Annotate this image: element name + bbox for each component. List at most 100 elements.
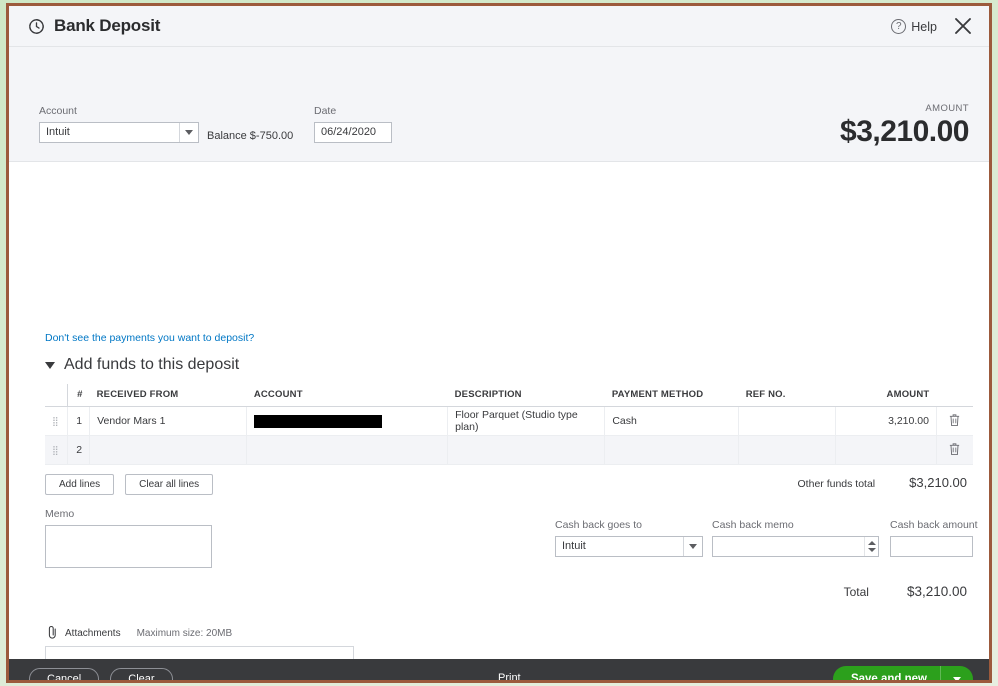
col-received-from: RECEIVED FROM (90, 384, 247, 407)
cash-back-amount-input[interactable] (890, 536, 973, 557)
cell-description[interactable] (448, 436, 605, 465)
cell-account[interactable] (247, 436, 448, 465)
cell-ref-no[interactable] (739, 407, 835, 436)
drag-grip-icon: ⣿ (52, 445, 59, 455)
close-x-icon[interactable] (951, 14, 975, 38)
cancel-button[interactable]: Cancel (29, 668, 99, 683)
account-field-group: Account Intuit (39, 105, 199, 143)
deposit-body: Don't see the payments you want to depos… (9, 162, 989, 659)
attachments-label: Attachments (65, 628, 121, 639)
stepper-down-icon[interactable] (868, 548, 876, 552)
other-funds-label: Other funds total (798, 478, 876, 490)
cash-back-memo-label: Cash back memo (712, 519, 879, 531)
col-description: DESCRIPTION (448, 384, 605, 407)
cell-payment-method[interactable] (605, 436, 739, 465)
bank-deposit-window: Bank Deposit ? Help Account Intuit Balan… (6, 3, 992, 683)
row-drag-handle[interactable]: ⣿ (45, 436, 67, 465)
history-clock-icon (27, 17, 46, 36)
cell-received-from[interactable] (90, 436, 247, 465)
cash-back-memo-input[interactable] (712, 536, 879, 557)
memo-field-group: Memo (45, 508, 212, 568)
help-label: Help (911, 20, 937, 34)
chevron-down-icon[interactable] (179, 123, 198, 142)
col-delete (936, 384, 973, 407)
cash-back-amount-group: Cash back amount (890, 519, 978, 557)
line-actions: Add lines Clear all lines (45, 474, 213, 495)
clear-all-lines-button[interactable]: Clear all lines (125, 474, 213, 495)
attachments-max-size: Maximum size: 20MB (137, 628, 233, 639)
table-row[interactable]: ⣿ 1 Vendor Mars 1 Floor Parquet (Studio … (45, 407, 973, 436)
memo-input[interactable] (45, 525, 212, 568)
cell-ref-no[interactable] (739, 436, 835, 465)
row-number: 1 (67, 407, 89, 436)
table-row[interactable]: ⣿ 2 (45, 436, 973, 465)
row-drag-handle[interactable]: ⣿ (45, 407, 67, 436)
modal-footer: Cancel Clear Print Save and new (9, 659, 989, 683)
cell-amount[interactable]: 3,210.00 (835, 407, 936, 436)
page-title: Bank Deposit (54, 16, 160, 36)
cash-back-memo-group: Cash back memo (712, 519, 879, 557)
cash-back-memo-value (713, 537, 864, 556)
deposit-amount-display: AMOUNT $3,210.00 (840, 103, 969, 149)
cell-payment-method[interactable]: Cash (605, 407, 739, 436)
date-input[interactable]: 06/24/2020 (314, 122, 392, 143)
col-grip (45, 384, 67, 407)
account-balance: Balance $-750.00 (207, 130, 293, 142)
col-account: ACCOUNT (247, 384, 448, 407)
date-field-group: Date 06/24/2020 (314, 105, 392, 143)
amount-label: AMOUNT (840, 103, 969, 114)
chevron-down-icon (953, 677, 961, 682)
cell-received-from[interactable]: Vendor Mars 1 (90, 407, 247, 436)
attachments-header: Attachments Maximum size: 20MB (47, 625, 232, 642)
modal-header: Bank Deposit ? Help (9, 6, 989, 47)
paperclip-icon (47, 625, 58, 642)
dont-see-payments-link[interactable]: Don't see the payments you want to depos… (45, 332, 254, 344)
trash-icon (948, 442, 961, 456)
redaction-bar (254, 415, 382, 428)
trash-icon (948, 413, 961, 427)
cash-back-goes-to-value: Intuit (556, 537, 683, 556)
date-label: Date (314, 105, 392, 117)
save-and-new-button[interactable]: Save and new (833, 666, 973, 683)
question-circle-icon: ? (891, 19, 906, 34)
cell-account-redacted[interactable] (247, 407, 448, 436)
save-options-dropdown[interactable] (941, 677, 973, 682)
other-funds-total: Other funds total $3,210.00 (798, 475, 967, 490)
print-button[interactable]: Print (498, 672, 521, 683)
account-value: Intuit (40, 123, 179, 142)
clear-button[interactable]: Clear (110, 668, 172, 683)
cell-amount[interactable] (835, 436, 936, 465)
desktop-background: Bank Deposit ? Help Account Intuit Balan… (0, 0, 998, 686)
amount-value: $3,210.00 (840, 115, 969, 149)
col-number: # (67, 384, 89, 407)
add-funds-title: Add funds to this deposit (64, 356, 239, 374)
deposit-summary-panel: Account Intuit Balance $-750.00 Date 06/… (9, 47, 989, 162)
help-button[interactable]: ? Help (891, 19, 937, 34)
attachments-dropzone[interactable]: Drag/Drop files here or click the icon (45, 646, 354, 659)
chevron-down-icon[interactable] (683, 537, 702, 556)
cash-back-goes-to-select[interactable]: Intuit (555, 536, 703, 557)
add-funds-section-toggle[interactable]: Add funds to this deposit (45, 356, 239, 374)
delete-row-button[interactable] (936, 407, 973, 436)
total-label: Total (844, 585, 869, 599)
save-button-divider (940, 666, 941, 683)
deposit-line-table: # RECEIVED FROM ACCOUNT DESCRIPTION PAYM… (45, 384, 973, 465)
add-lines-button[interactable]: Add lines (45, 474, 114, 495)
account-label: Account (39, 105, 199, 117)
stepper-arrows-icon[interactable] (864, 537, 878, 556)
table-header-row: # RECEIVED FROM ACCOUNT DESCRIPTION PAYM… (45, 384, 973, 407)
chevron-down-icon (45, 362, 55, 369)
memo-label: Memo (45, 508, 212, 520)
total-row: Total $3,210.00 (844, 584, 967, 599)
cash-back-goes-to-group: Cash back goes to Intuit (555, 519, 703, 557)
cell-description[interactable]: Floor Parquet (Studio type plan) (448, 407, 605, 436)
cash-back-goes-to-label: Cash back goes to (555, 519, 703, 531)
col-amount: AMOUNT (835, 384, 936, 407)
account-select[interactable]: Intuit (39, 122, 199, 143)
cash-back-amount-label: Cash back amount (890, 519, 978, 531)
delete-row-button[interactable] (936, 436, 973, 465)
drag-grip-icon: ⣿ (52, 416, 59, 426)
stepper-up-icon[interactable] (868, 541, 876, 545)
col-payment-method: PAYMENT METHOD (605, 384, 739, 407)
other-funds-amount: $3,210.00 (909, 475, 967, 490)
